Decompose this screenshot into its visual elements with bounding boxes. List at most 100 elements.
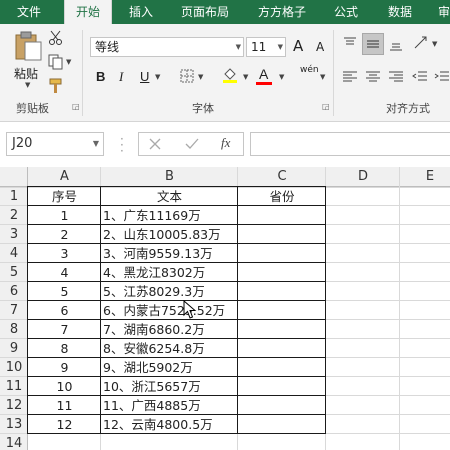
paste-button[interactable]: 粘贴 ▼ [8, 28, 48, 89]
table-cell[interactable]: 3、河南9559.13万 [101, 244, 238, 263]
font-color-button[interactable]: A [259, 66, 268, 82]
table-cell[interactable]: 12、云南4800.5万 [101, 415, 238, 434]
font-color-dropdown-caret[interactable]: ▼ [279, 73, 284, 81]
borders-icon[interactable] [180, 69, 194, 83]
borders-dropdown-caret[interactable]: ▼ [198, 73, 203, 81]
table-cell[interactable]: 10、浙江5657万 [101, 377, 238, 396]
row-header[interactable]: 5 [0, 263, 28, 282]
confirm-entry-icon[interactable] [185, 138, 199, 150]
format-painter-icon[interactable] [48, 78, 64, 94]
orientation-dropdown-caret[interactable]: ▼ [432, 40, 437, 48]
align-center-icon[interactable] [365, 69, 381, 85]
row-header[interactable]: 14 [0, 434, 28, 450]
table-cell[interactable] [238, 244, 326, 263]
tab-insert[interactable]: 插入 [120, 0, 162, 24]
row-header[interactable]: 3 [0, 225, 28, 244]
table-cell[interactable]: 11 [28, 396, 101, 415]
table-cell[interactable] [238, 396, 326, 415]
row-header[interactable]: 9 [0, 339, 28, 358]
copy-dropdown-caret[interactable]: ▼ [66, 58, 71, 66]
select-all-corner[interactable] [0, 167, 28, 187]
row-header[interactable]: 7 [0, 301, 28, 320]
table-cell[interactable]: 5、江苏8029.3万 [101, 282, 238, 301]
table-cell[interactable] [238, 282, 326, 301]
table-cell[interactable]: 7、湖南6860.2万 [101, 320, 238, 339]
table-cell[interactable]: 10 [28, 377, 101, 396]
row-header[interactable]: 4 [0, 244, 28, 263]
worksheet-grid[interactable]: A B C D E 1 2 3 4 5 6 7 8 9 10 11 12 13 14 序号 文本 省份 1 1、广东11169… [0, 167, 450, 450]
table-cell[interactable] [238, 301, 326, 320]
font-launcher-icon[interactable]: ◲ [322, 102, 330, 111]
table-cell[interactable]: 5 [28, 282, 101, 301]
table-cell[interactable]: 1、广东11169万 [101, 206, 238, 225]
row-header[interactable]: 10 [0, 358, 28, 377]
table-cell[interactable]: 3 [28, 244, 101, 263]
formula-input[interactable] [250, 132, 450, 156]
underline-dropdown-caret[interactable]: ▼ [155, 73, 160, 81]
row-header[interactable]: 13 [0, 415, 28, 434]
copy-icon[interactable] [48, 54, 64, 70]
align-top-icon[interactable] [342, 36, 358, 52]
column-header-b[interactable]: B [101, 167, 238, 187]
table-cell[interactable] [238, 206, 326, 225]
shrink-font-button[interactable]: A [316, 40, 324, 54]
name-box[interactable]: J20 ▼ [6, 132, 104, 156]
column-header-d[interactable]: D [326, 167, 400, 187]
orientation-icon[interactable] [412, 34, 430, 52]
clipboard-launcher-icon[interactable]: ◲ [72, 102, 80, 111]
cancel-entry-icon[interactable] [149, 138, 161, 150]
tab-review[interactable]: 审 [434, 0, 450, 24]
tab-data[interactable]: 数据 [380, 0, 420, 24]
italic-button[interactable]: I [119, 69, 123, 85]
tab-file[interactable]: 文件 [6, 0, 52, 24]
column-header-c[interactable]: C [238, 167, 326, 187]
row-header[interactable]: 1 [0, 187, 28, 206]
row-header[interactable]: 12 [0, 396, 28, 415]
align-left-icon[interactable] [342, 69, 358, 85]
drag-handle-icon[interactable]: · · · [120, 133, 124, 157]
table-cell[interactable] [238, 377, 326, 396]
align-bottom-icon[interactable] [388, 36, 404, 52]
column-header-a[interactable]: A [28, 167, 101, 187]
row-header[interactable]: 8 [0, 320, 28, 339]
table-cell[interactable]: 8、安徽6254.8万 [101, 339, 238, 358]
row-header[interactable]: 2 [0, 206, 28, 225]
table-cell[interactable] [238, 339, 326, 358]
row-header[interactable]: 11 [0, 377, 28, 396]
table-cell[interactable]: 2、山东10005.83万 [101, 225, 238, 244]
font-name-combo[interactable]: 等线 ▼ [90, 37, 244, 57]
table-cell[interactable]: 11、广西4885万 [101, 396, 238, 415]
table-cell[interactable]: 1 [28, 206, 101, 225]
table-cell[interactable]: 9 [28, 358, 101, 377]
table-cell[interactable]: 12 [28, 415, 101, 434]
tab-page-layout[interactable]: 页面布局 [174, 0, 236, 24]
phonetic-guide-button[interactable]: wén [300, 65, 319, 75]
align-right-icon[interactable] [388, 69, 404, 85]
table-cell[interactable]: 4 [28, 263, 101, 282]
table-cell[interactable]: 7 [28, 320, 101, 339]
font-size-combo[interactable]: 11 ▼ [246, 37, 286, 57]
table-cell[interactable] [238, 263, 326, 282]
header-cell[interactable]: 文本 [101, 187, 238, 206]
tab-formulas[interactable]: 公式 [326, 0, 366, 24]
table-cell[interactable] [238, 225, 326, 244]
table-cell[interactable] [238, 358, 326, 377]
table-cell[interactable]: 6 [28, 301, 101, 320]
column-header-e[interactable]: E [400, 167, 450, 187]
bold-button[interactable]: B [96, 69, 105, 84]
table-cell[interactable]: 4、黑龙江8302万 [101, 263, 238, 282]
insert-function-button[interactable]: fx [221, 135, 230, 151]
table-cell[interactable]: 6、内蒙古7529.52万 [101, 301, 238, 320]
tab-home[interactable]: 开始 [64, 0, 112, 26]
table-cell[interactable] [238, 415, 326, 434]
fill-color-icon[interactable] [221, 66, 239, 84]
fill-color-dropdown-caret[interactable]: ▼ [243, 73, 248, 81]
decrease-indent-icon[interactable] [412, 69, 428, 85]
row-header[interactable]: 6 [0, 282, 28, 301]
table-cell[interactable]: 2 [28, 225, 101, 244]
header-cell[interactable]: 省份 [238, 187, 326, 206]
cut-icon[interactable] [48, 30, 64, 46]
increase-indent-icon[interactable] [434, 69, 450, 85]
table-cell[interactable]: 9、湖北5902万 [101, 358, 238, 377]
tab-fangfang-gezi[interactable]: 方方格子 [250, 0, 314, 24]
